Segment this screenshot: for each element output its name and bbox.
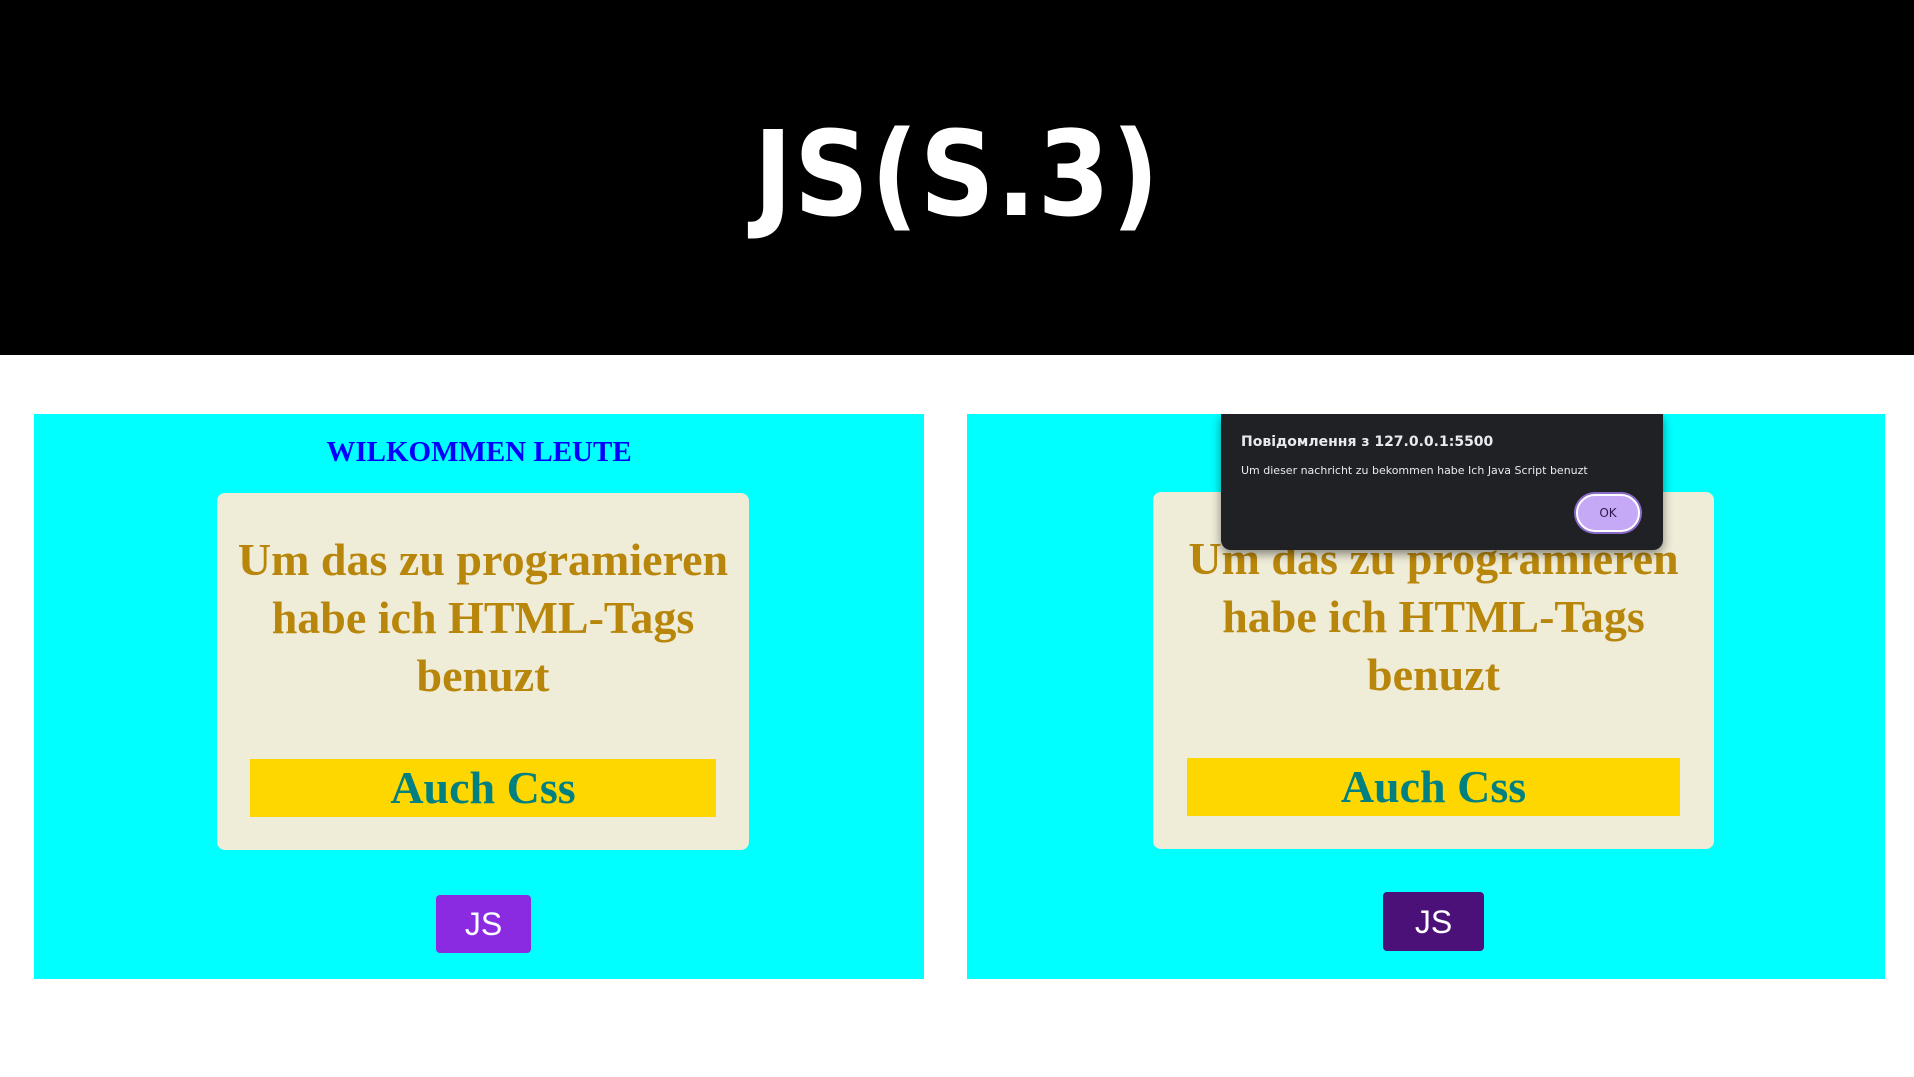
alert-message: Um dieser nachricht zu bekommen habe Ich… bbox=[1241, 464, 1588, 477]
screenshot-after: Um das zu programieren habe ich HTML-Tag… bbox=[967, 414, 1885, 979]
alert-dialog: Повідомлення з 127.0.0.1:5500 Um dieser … bbox=[1221, 414, 1663, 550]
screenshot-before: WILKOMMEN LEUTE Um das zu programieren h… bbox=[34, 414, 924, 979]
header-banner: JS(S.3) bbox=[0, 0, 1914, 355]
css-label: Auch Css bbox=[1187, 758, 1680, 816]
header-title: JS(S.3) bbox=[753, 104, 1161, 243]
js-button[interactable]: JS bbox=[1383, 892, 1484, 951]
welcome-heading: WILKOMMEN LEUTE bbox=[326, 436, 632, 468]
card-text: Um das zu programieren habe ich HTML-Tag… bbox=[237, 534, 729, 701]
css-label: Auch Css bbox=[250, 759, 716, 817]
info-card: Um das zu programieren habe ich HTML-Tag… bbox=[217, 493, 749, 850]
alert-ok-button[interactable]: OK bbox=[1576, 494, 1640, 532]
js-button[interactable]: JS bbox=[436, 895, 531, 953]
alert-title: Повідомлення з 127.0.0.1:5500 bbox=[1241, 434, 1494, 450]
